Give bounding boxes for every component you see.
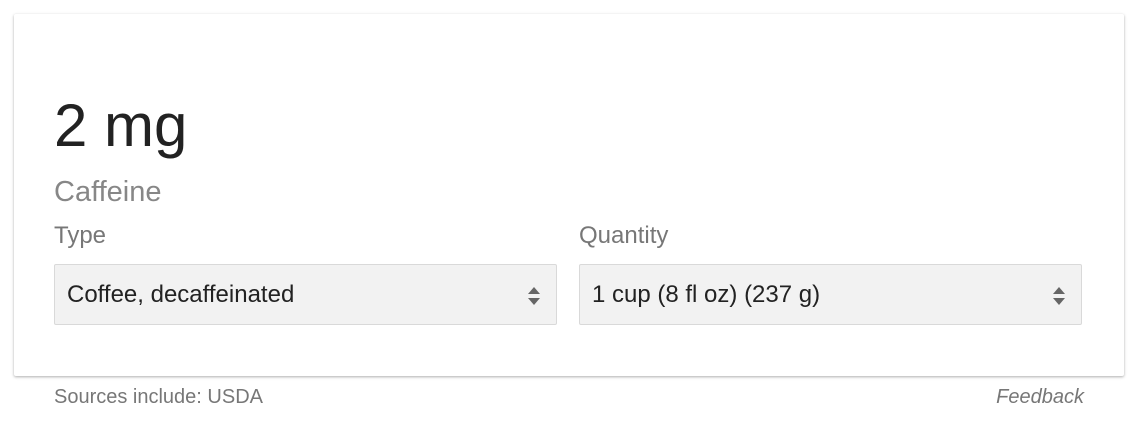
select-arrows-icon [527, 285, 541, 307]
nutrient-name: Caffeine [54, 176, 162, 208]
quantity-select-value: 1 cup (8 fl oz) (237 g) [592, 281, 821, 308]
feedback-link[interactable]: Feedback [996, 384, 1084, 410]
type-select[interactable]: Coffee, decaffeinated [54, 264, 557, 325]
type-select-value: Coffee, decaffeinated [67, 281, 295, 308]
sources-text: Sources include: USDA [54, 386, 263, 408]
type-label: Type [54, 222, 107, 249]
quantity-select[interactable]: 1 cup (8 fl oz) (237 g) [579, 264, 1082, 325]
nutrition-card: 2 mg Caffeine Type Quantity Coffee, deca… [14, 14, 1124, 376]
select-arrows-icon [1052, 285, 1066, 307]
nutrient-amount: 2 mg [54, 92, 188, 159]
quantity-label: Quantity [579, 222, 669, 249]
